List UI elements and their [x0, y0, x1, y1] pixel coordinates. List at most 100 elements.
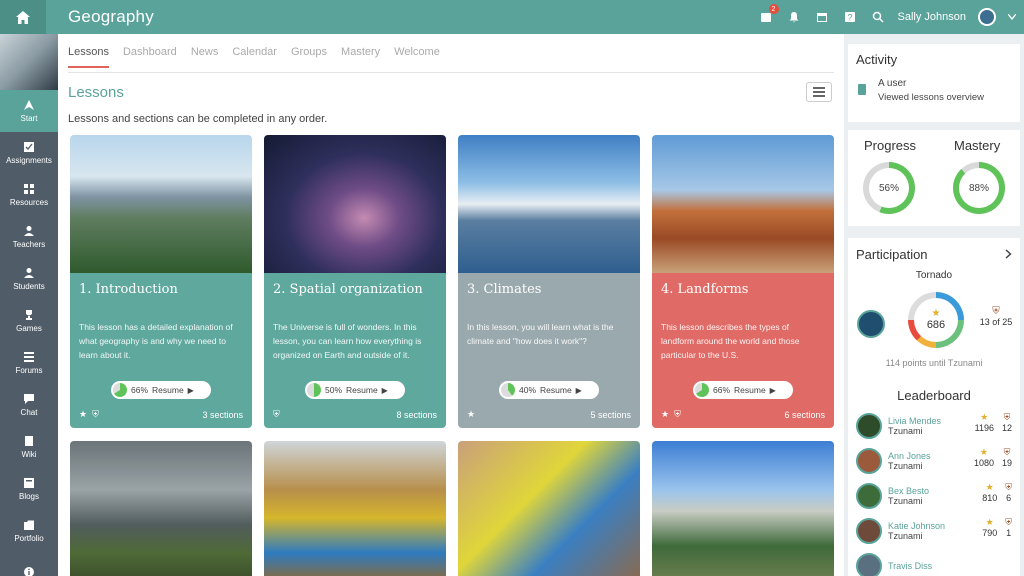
progress-percent: 66% [713, 385, 731, 395]
lesson-description: In this lesson, you will learn what is t… [467, 322, 614, 346]
section-count: 8 sections [396, 409, 437, 420]
resume-label: Resume [152, 385, 184, 395]
sidebar-item-blogs[interactable]: Blogs [0, 468, 58, 510]
resume-button[interactable]: 40% Resume ▶ [499, 381, 599, 399]
leader-name[interactable]: Ann Jones [888, 451, 931, 461]
progress-ring [695, 383, 709, 397]
lesson-card-body: 4. Landforms This lesson describes the t… [652, 273, 834, 428]
search-icon [872, 11, 884, 23]
sidebar-item-start[interactable]: Start [0, 90, 58, 132]
activity-book-icon [858, 84, 866, 95]
leader-team: Tzunami [888, 496, 923, 506]
star-icon: ★ [467, 409, 476, 419]
lesson-description: This lesson has a detailed explanation o… [79, 322, 233, 360]
lesson-image-glacier [458, 135, 640, 273]
tab-bar: Lessons Dashboard News Calendar Groups Master… [68, 46, 440, 68]
sidebar-item-teachers[interactable]: Teachers [0, 216, 58, 258]
leader-name[interactable]: Katie Johnson [888, 521, 945, 531]
progress-ring [307, 383, 321, 397]
sidebar-item-wiki[interactable]: Wiki [0, 426, 58, 468]
resume-label: Resume [734, 385, 766, 395]
avatar [856, 483, 882, 509]
tab-calendar[interactable]: Calendar [232, 46, 277, 68]
tab-news[interactable]: News [191, 46, 219, 68]
progress-percent: 50% [325, 385, 343, 395]
leader-points: 810 [982, 493, 998, 503]
wiki-icon [25, 436, 33, 446]
lesson-card-introduction[interactable]: 1. Introduction This lesson has a detail… [70, 135, 252, 428]
activity-title: Activity [856, 52, 898, 67]
leader-name[interactable]: Bex Besto [888, 486, 929, 496]
progress-title: Progress [864, 138, 917, 153]
sidebar-item-resources[interactable]: Resources [0, 174, 58, 216]
progress-value: 56% [869, 168, 909, 208]
trophy-icon [26, 310, 32, 320]
sidebar-item-students[interactable]: Students [0, 258, 58, 300]
tab-mastery[interactable]: Mastery [341, 46, 380, 68]
leader-name[interactable]: Travis Diss [888, 561, 932, 571]
assignment-icon [24, 142, 34, 152]
sidebar-item-games[interactable]: Games [0, 300, 58, 342]
user-name[interactable]: Sally Johnson [898, 11, 967, 23]
lesson-card-dancers-image[interactable] [264, 441, 446, 576]
lesson-card-landforms[interactable]: 4. Landforms This lesson describes the t… [652, 135, 834, 428]
lesson-card-valley-image[interactable] [652, 441, 834, 576]
alerts-button[interactable] [786, 9, 802, 25]
activity-text: Viewed lessons overview [878, 92, 984, 103]
help-icon: ? [844, 12, 855, 23]
sidebar-item-label: Games [16, 324, 42, 333]
search-button[interactable] [870, 9, 886, 25]
avatar [856, 518, 882, 544]
leader-points: 790 [982, 528, 998, 538]
leaderboard-row[interactable]: Bex Besto Tzunami ★ 810 ⛨ 6 [856, 480, 1014, 512]
chevron-right-icon[interactable] [1005, 249, 1012, 259]
shield-icon: ⛨ [1003, 412, 1011, 422]
leaderboard-row[interactable]: Katie Johnson Tzunami ★ 790 ⛨ 1 [856, 515, 1014, 547]
resume-button[interactable]: 50% Resume ▶ [305, 381, 405, 399]
sidebar-item-forums[interactable]: Forums [0, 342, 58, 384]
home-button[interactable] [0, 0, 46, 34]
notifications-button[interactable]: 2 [758, 4, 779, 25]
resume-button[interactable]: 66% Resume ▶ [693, 381, 793, 399]
tab-groups[interactable]: Groups [291, 46, 327, 68]
leaderboard-row[interactable]: Livia Mendes Tzunami ★ 1196 ⛨ 12 [856, 410, 1014, 442]
main-content: Lessons Dashboard News Calendar Groups Master… [58, 34, 844, 576]
calendar-button[interactable] [814, 9, 830, 25]
lesson-card-climates[interactable]: 3. Climates In this lesson, you will lea… [458, 135, 640, 428]
section-count: 6 sections [784, 409, 825, 420]
sidebar-item-portfolio[interactable]: Portfolio [0, 510, 58, 552]
sidebar-item-info[interactable] [0, 552, 58, 576]
shield-icon: ⛨ [1005, 517, 1012, 527]
lesson-card-spatial-organization[interactable]: 2. Spatial organization The Universe is … [264, 135, 446, 428]
notification-badge: 2 [768, 4, 779, 14]
list-view-button[interactable] [806, 82, 832, 102]
participation-score: 686 [926, 319, 946, 331]
play-icon: ▶ [187, 385, 194, 395]
sidebar-item-assignments[interactable]: Assignments [0, 132, 58, 174]
tab-lessons[interactable]: Lessons [68, 46, 109, 68]
star-icon: ★ [985, 482, 994, 492]
resume-button[interactable]: 66% Resume ▶ [111, 381, 211, 399]
star-icon: ★ [985, 517, 994, 527]
star-icon: ★ [661, 409, 670, 419]
lesson-card-tornado-image[interactable] [70, 441, 252, 576]
sidebar-item-chat[interactable]: Chat [0, 384, 58, 426]
lesson-description: This lesson describes the types of landf… [661, 322, 800, 360]
participation-gauge: ★ 686 [908, 292, 964, 348]
user-avatar[interactable] [978, 8, 996, 26]
shield-icon: ⛨ [1003, 447, 1011, 457]
top-bar: Geography 2 ? Sally Johnson [0, 0, 1024, 34]
leaderboard-row[interactable]: Ann Jones Tzunami ★ 1080 ⛨ 19 [856, 445, 1014, 477]
app-title: Geography [68, 7, 154, 26]
lesson-card-globe-image[interactable] [458, 441, 640, 576]
tab-dashboard[interactable]: Dashboard [123, 46, 177, 68]
chevron-down-icon[interactable] [1008, 14, 1016, 20]
tab-welcome[interactable]: Welcome [394, 46, 440, 68]
shield-icon: ⛨ [273, 409, 280, 419]
leaderboard-row[interactable]: Travis Diss [856, 550, 1014, 576]
star-icon: ★ [931, 308, 941, 319]
help-button[interactable]: ? [842, 9, 858, 25]
mastery-title: Mastery [954, 138, 1001, 153]
leader-name[interactable]: Livia Mendes [888, 416, 941, 426]
lessons-subtitle: Lessons and sections can be completed in… [68, 113, 328, 125]
